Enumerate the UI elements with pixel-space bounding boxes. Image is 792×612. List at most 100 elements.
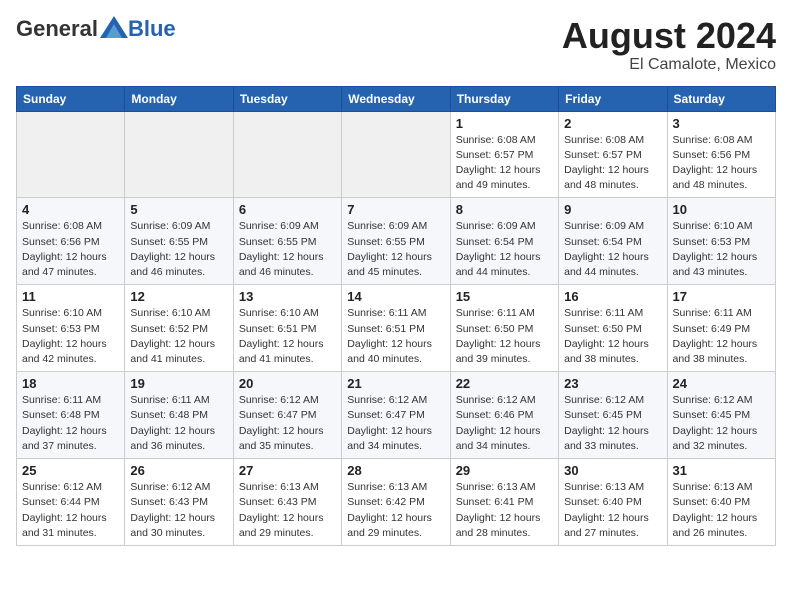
day-info-text: Sunrise: 6:11 AMSunset: 6:48 PMDaylight:…	[22, 393, 119, 454]
day-number: 17	[673, 289, 770, 304]
calendar-week-row: 1 Sunrise: 6:08 AMSunset: 6:57 PMDaylight…	[17, 111, 776, 198]
day-number: 23	[564, 376, 661, 391]
day-info-text: Sunrise: 6:11 AMSunset: 6:50 PMDaylight:…	[564, 306, 661, 367]
page-header: General Blue August 2024 El Camalote, Me…	[16, 16, 776, 74]
day-number: 4	[22, 202, 119, 217]
day-number: 10	[673, 202, 770, 217]
day-number: 1	[456, 116, 553, 131]
day-number: 8	[456, 202, 553, 217]
calendar-week-row: 4 Sunrise: 6:08 AMSunset: 6:56 PMDaylight…	[17, 198, 776, 285]
day-info-text: Sunrise: 6:08 AMSunset: 6:56 PMDaylight:…	[673, 133, 770, 194]
calendar-day-cell: 27 Sunrise: 6:13 AMSunset: 6:43 PMDayligh…	[233, 459, 341, 546]
day-info-text: Sunrise: 6:10 AMSunset: 6:52 PMDaylight:…	[130, 306, 227, 367]
day-number: 31	[673, 463, 770, 478]
day-number: 21	[347, 376, 444, 391]
calendar-day-cell: 14Sunrise: 6:11 AMSunset: 6:51 PMDayligh…	[342, 285, 450, 372]
calendar-day-cell: 23 Sunrise: 6:12 AMSunset: 6:45 PMDayligh…	[559, 372, 667, 459]
day-info-text: Sunrise: 6:13 AMSunset: 6:40 PMDaylight:…	[673, 480, 770, 541]
day-number: 5	[130, 202, 227, 217]
day-number: 9	[564, 202, 661, 217]
day-info-text: Sunrise: 6:11 AMSunset: 6:50 PMDaylight:…	[456, 306, 553, 367]
calendar-day-cell	[125, 111, 233, 198]
weekday-header-row: SundayMondayTuesdayWednesdayThursdayFrid…	[17, 86, 776, 111]
calendar-day-cell: 22 Sunrise: 6:12 AMSunset: 6:46 PMDayligh…	[450, 372, 558, 459]
day-info-text: Sunrise: 6:12 AMSunset: 6:47 PMDaylight:…	[347, 393, 444, 454]
calendar-day-cell: 31 Sunrise: 6:13 AMSunset: 6:40 PMDayligh…	[667, 459, 775, 546]
day-info-text: Sunrise: 6:10 AMSunset: 6:51 PMDaylight:…	[239, 306, 336, 367]
logo-blue-text: Blue	[128, 16, 176, 42]
calendar-week-row: 25Sunrise: 6:12 AMSunset: 6:44 PMDayligh…	[17, 459, 776, 546]
day-number: 12	[130, 289, 227, 304]
day-number: 27	[239, 463, 336, 478]
day-number: 2	[564, 116, 661, 131]
day-number: 19	[130, 376, 227, 391]
calendar-day-cell: 5 Sunrise: 6:09 AMSunset: 6:55 PMDaylight…	[125, 198, 233, 285]
day-info-text: Sunrise: 6:12 AMSunset: 6:45 PMDaylight:…	[564, 393, 661, 454]
day-number: 28	[347, 463, 444, 478]
calendar-day-cell: 25Sunrise: 6:12 AMSunset: 6:44 PMDayligh…	[17, 459, 125, 546]
day-number: 18	[22, 376, 119, 391]
calendar-day-cell: 13Sunrise: 6:10 AMSunset: 6:51 PMDayligh…	[233, 285, 341, 372]
day-info-text: Sunrise: 6:12 AMSunset: 6:46 PMDaylight:…	[456, 393, 553, 454]
month-year-title: August 2024	[562, 16, 776, 56]
calendar-day-cell: 6Sunrise: 6:09 AMSunset: 6:55 PMDaylight…	[233, 198, 341, 285]
day-number: 3	[673, 116, 770, 131]
calendar-day-cell: 15 Sunrise: 6:11 AMSunset: 6:50 PMDayligh…	[450, 285, 558, 372]
weekday-header-thursday: Thursday	[450, 86, 558, 111]
calendar-day-cell: 21 Sunrise: 6:12 AMSunset: 6:47 PMDayligh…	[342, 372, 450, 459]
location-subtitle: El Camalote, Mexico	[562, 56, 776, 74]
weekday-header-saturday: Saturday	[667, 86, 775, 111]
calendar-day-cell: 4 Sunrise: 6:08 AMSunset: 6:56 PMDaylight…	[17, 198, 125, 285]
day-number: 7	[347, 202, 444, 217]
day-number: 16	[564, 289, 661, 304]
day-info-text: Sunrise: 6:09 AMSunset: 6:54 PMDaylight:…	[564, 219, 661, 280]
day-info-text: Sunrise: 6:08 AMSunset: 6:56 PMDaylight:…	[22, 219, 119, 280]
calendar-day-cell: 7Sunrise: 6:09 AMSunset: 6:55 PMDaylight…	[342, 198, 450, 285]
day-info-text: Sunrise: 6:13 AMSunset: 6:41 PMDaylight:…	[456, 480, 553, 541]
day-info-text: Sunrise: 6:13 AMSunset: 6:42 PMDaylight:…	[347, 480, 444, 541]
calendar-day-cell: 17 Sunrise: 6:11 AMSunset: 6:49 PMDayligh…	[667, 285, 775, 372]
day-number: 25	[22, 463, 119, 478]
calendar-day-cell: 18 Sunrise: 6:11 AMSunset: 6:48 PMDayligh…	[17, 372, 125, 459]
day-info-text: Sunrise: 6:09 AMSunset: 6:54 PMDaylight:…	[456, 219, 553, 280]
day-number: 24	[673, 376, 770, 391]
day-info-text: Sunrise: 6:09 AMSunset: 6:55 PMDaylight:…	[130, 219, 227, 280]
weekday-header-friday: Friday	[559, 86, 667, 111]
day-info-text: Sunrise: 6:12 AMSunset: 6:47 PMDaylight:…	[239, 393, 336, 454]
calendar-day-cell	[342, 111, 450, 198]
weekday-header-monday: Monday	[125, 86, 233, 111]
day-number: 14	[347, 289, 444, 304]
calendar-day-cell: 2 Sunrise: 6:08 AMSunset: 6:57 PMDaylight…	[559, 111, 667, 198]
calendar-week-row: 18 Sunrise: 6:11 AMSunset: 6:48 PMDayligh…	[17, 372, 776, 459]
day-info-text: Sunrise: 6:13 AMSunset: 6:40 PMDaylight:…	[564, 480, 661, 541]
day-number: 15	[456, 289, 553, 304]
day-info-text: Sunrise: 6:10 AMSunset: 6:53 PMDaylight:…	[22, 306, 119, 367]
day-info-text: Sunrise: 6:13 AMSunset: 6:43 PMDaylight:…	[239, 480, 336, 541]
calendar-day-cell: 11Sunrise: 6:10 AMSunset: 6:53 PMDayligh…	[17, 285, 125, 372]
day-info-text: Sunrise: 6:11 AMSunset: 6:49 PMDaylight:…	[673, 306, 770, 367]
calendar-week-row: 11Sunrise: 6:10 AMSunset: 6:53 PMDayligh…	[17, 285, 776, 372]
logo-icon	[100, 16, 128, 38]
day-number: 30	[564, 463, 661, 478]
day-info-text: Sunrise: 6:08 AMSunset: 6:57 PMDaylight:…	[456, 133, 553, 194]
calendar-day-cell: 24 Sunrise: 6:12 AMSunset: 6:45 PMDayligh…	[667, 372, 775, 459]
day-info-text: Sunrise: 6:10 AMSunset: 6:53 PMDaylight:…	[673, 219, 770, 280]
calendar-day-cell: 9 Sunrise: 6:09 AMSunset: 6:54 PMDaylight…	[559, 198, 667, 285]
weekday-header-tuesday: Tuesday	[233, 86, 341, 111]
calendar-day-cell: 12 Sunrise: 6:10 AMSunset: 6:52 PMDayligh…	[125, 285, 233, 372]
day-info-text: Sunrise: 6:12 AMSunset: 6:43 PMDaylight:…	[130, 480, 227, 541]
calendar-day-cell: 1 Sunrise: 6:08 AMSunset: 6:57 PMDaylight…	[450, 111, 558, 198]
day-number: 22	[456, 376, 553, 391]
day-number: 29	[456, 463, 553, 478]
calendar-day-cell: 30 Sunrise: 6:13 AMSunset: 6:40 PMDayligh…	[559, 459, 667, 546]
calendar-day-cell: 10 Sunrise: 6:10 AMSunset: 6:53 PMDayligh…	[667, 198, 775, 285]
logo-general-text: General	[16, 16, 98, 42]
calendar-day-cell	[233, 111, 341, 198]
calendar-table: SundayMondayTuesdayWednesdayThursdayFrid…	[16, 86, 776, 546]
day-info-text: Sunrise: 6:08 AMSunset: 6:57 PMDaylight:…	[564, 133, 661, 194]
title-block: August 2024 El Camalote, Mexico	[562, 16, 776, 74]
day-number: 20	[239, 376, 336, 391]
day-info-text: Sunrise: 6:12 AMSunset: 6:45 PMDaylight:…	[673, 393, 770, 454]
weekday-header-wednesday: Wednesday	[342, 86, 450, 111]
logo: General Blue	[16, 16, 176, 42]
